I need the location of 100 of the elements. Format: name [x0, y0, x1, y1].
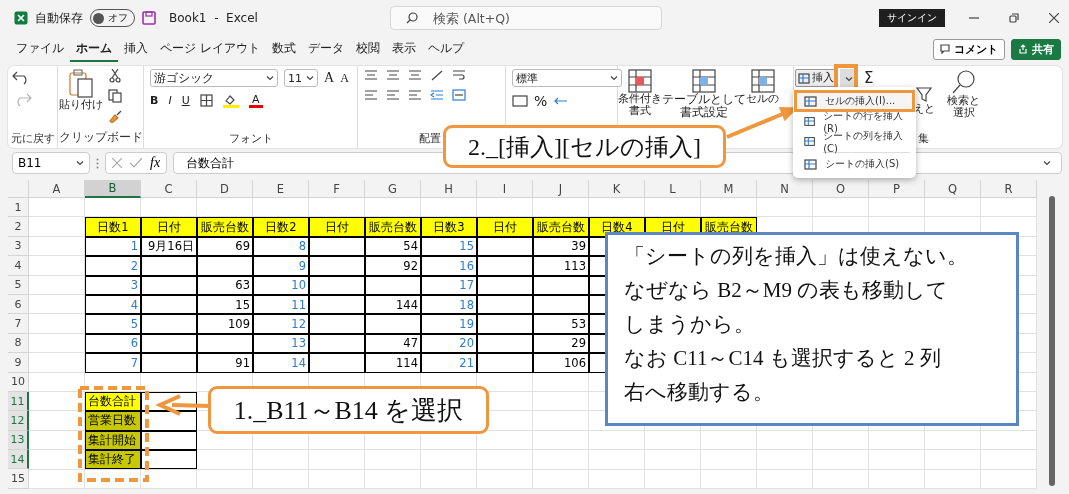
insert-function-button[interactable]: fx	[150, 155, 161, 171]
grow-font-button[interactable]: A	[324, 70, 335, 86]
underline-button[interactable]: U	[181, 94, 190, 107]
decrease-indent-icon[interactable]	[430, 89, 444, 101]
clipboard-icon	[68, 69, 94, 99]
caret-icon[interactable]	[610, 75, 618, 81]
menu-tab[interactable]: データ	[301, 36, 350, 62]
callout: 1._B11～B14 を選択	[208, 386, 489, 434]
copy-icon[interactable]	[108, 89, 122, 103]
column-header[interactable]: A	[29, 180, 85, 198]
menu-tab[interactable]: 挿入	[118, 36, 154, 62]
column-header[interactable]: J	[533, 180, 589, 198]
font-name-dropdown[interactable]: 游ゴシック	[150, 69, 278, 87]
column-header[interactable]: P	[869, 180, 925, 198]
currency-icon[interactable]	[512, 95, 528, 107]
row-header[interactable]: 7	[8, 314, 29, 334]
borders-icon[interactable]	[199, 94, 213, 107]
column-header[interactable]: G	[365, 180, 421, 198]
row-header[interactable]: 1	[8, 198, 29, 218]
menu-tab[interactable]: ファイル	[10, 36, 70, 62]
column-header[interactable]: Q	[925, 180, 981, 198]
column-header[interactable]: F	[309, 180, 365, 198]
restore-icon[interactable]	[1009, 13, 1019, 23]
align-right-icon[interactable]	[408, 89, 422, 101]
insert-button[interactable]: 挿入	[795, 69, 837, 87]
find-select-button[interactable]: 検索と 選択	[947, 69, 981, 119]
drag-handle-icon	[96, 157, 99, 169]
fill-color-icon[interactable]	[222, 93, 239, 108]
table-cell: 8	[253, 236, 309, 257]
increase-decimal-icon[interactable]	[553, 95, 570, 107]
row-header[interactable]: 15	[8, 469, 29, 489]
search-field[interactable]: 検索 (Alt+Q)	[390, 6, 662, 30]
menu-item[interactable]: セルの挿入(I)...	[796, 92, 913, 110]
table-cell	[477, 275, 533, 295]
font-color-button[interactable]: A	[248, 93, 263, 108]
column-header[interactable]: C	[141, 180, 197, 198]
autosum-button[interactable]: Σ	[864, 69, 874, 87]
row-header[interactable]: 2	[8, 217, 29, 237]
table-cell: 18	[421, 294, 477, 315]
menu-tab[interactable]: ページ レイアウト	[154, 36, 266, 62]
sign-in-button[interactable]: サインイン	[879, 9, 945, 27]
table-cell: 20	[421, 333, 477, 354]
column-header[interactable]: H	[421, 180, 477, 198]
table-cell	[141, 411, 197, 431]
row-header[interactable]: 4	[8, 256, 29, 276]
shrink-font-button[interactable]: A	[340, 70, 349, 86]
percent-button[interactable]: %	[534, 93, 548, 109]
share-button[interactable]: 共有	[1011, 38, 1061, 60]
caret-icon[interactable]	[76, 160, 84, 166]
cut-icon[interactable]	[109, 69, 121, 83]
styles-button[interactable]: セルの	[746, 69, 779, 105]
align-top-icon[interactable]	[364, 69, 378, 81]
bold-button[interactable]: B	[150, 94, 159, 107]
caret-icon[interactable]	[266, 75, 274, 81]
menu-item[interactable]: シートの挿入(S)	[796, 155, 913, 173]
align-bottom-icon[interactable]	[408, 69, 422, 81]
filter-icon	[916, 87, 933, 103]
wrap-text-icon[interactable]	[452, 69, 466, 81]
column-header[interactable]: I	[477, 180, 533, 198]
row-header[interactable]: 14	[8, 450, 29, 470]
column-header[interactable]: L	[645, 180, 701, 198]
column-heading-cell: 日付	[309, 217, 365, 237]
column-header[interactable]: K	[589, 180, 645, 198]
row-header[interactable]: 9	[8, 353, 29, 373]
format-painter-icon[interactable]	[108, 109, 122, 123]
orientation-icon[interactable]	[430, 69, 444, 81]
merge-icon[interactable]	[452, 89, 466, 101]
paste-button[interactable]: 貼り付け	[59, 69, 103, 111]
column-header[interactable]: R	[981, 180, 1037, 198]
menu-tab[interactable]: 校閲	[349, 36, 386, 62]
align-middle-icon[interactable]	[386, 69, 400, 81]
align-left-icon[interactable]	[364, 89, 378, 101]
column-header[interactable]: B	[85, 180, 141, 198]
menu-tab[interactable]: 数式	[265, 36, 302, 62]
italic-button[interactable]: I	[168, 94, 172, 107]
table-cell: 7	[85, 353, 141, 373]
close-icon[interactable]	[1049, 13, 1059, 23]
styles-button[interactable]: テーブルとして 書式設定	[662, 69, 746, 119]
save-icon[interactable]	[142, 11, 156, 25]
caret-icon[interactable]	[306, 75, 314, 81]
column-header[interactable]: E	[253, 180, 309, 198]
caret-icon[interactable]	[1043, 160, 1051, 166]
comment-button[interactable]: コメント	[933, 38, 1005, 60]
menu-tab[interactable]: ヘルプ	[421, 36, 470, 62]
table-cell: 集計終了	[85, 450, 141, 470]
name-box[interactable]: B11	[12, 152, 90, 174]
menu-tab[interactable]: 表示	[385, 36, 422, 62]
column-header[interactable]: D	[197, 180, 253, 198]
align-center-icon[interactable]	[386, 89, 400, 101]
caret-icon[interactable]	[845, 76, 853, 82]
column-header[interactable]: M	[701, 180, 757, 198]
group-label: 配置	[418, 131, 442, 146]
column-header[interactable]: N	[757, 180, 813, 198]
number-format-dropdown[interactable]: 標準	[512, 69, 622, 87]
column-header[interactable]: O	[813, 180, 869, 198]
menu-tab[interactable]: ホーム	[70, 36, 118, 62]
font-size-dropdown[interactable]: 11	[284, 69, 318, 87]
table-cell	[141, 294, 197, 315]
column-heading-cell: 日付	[141, 217, 197, 237]
row-header[interactable]: 12	[8, 411, 29, 431]
